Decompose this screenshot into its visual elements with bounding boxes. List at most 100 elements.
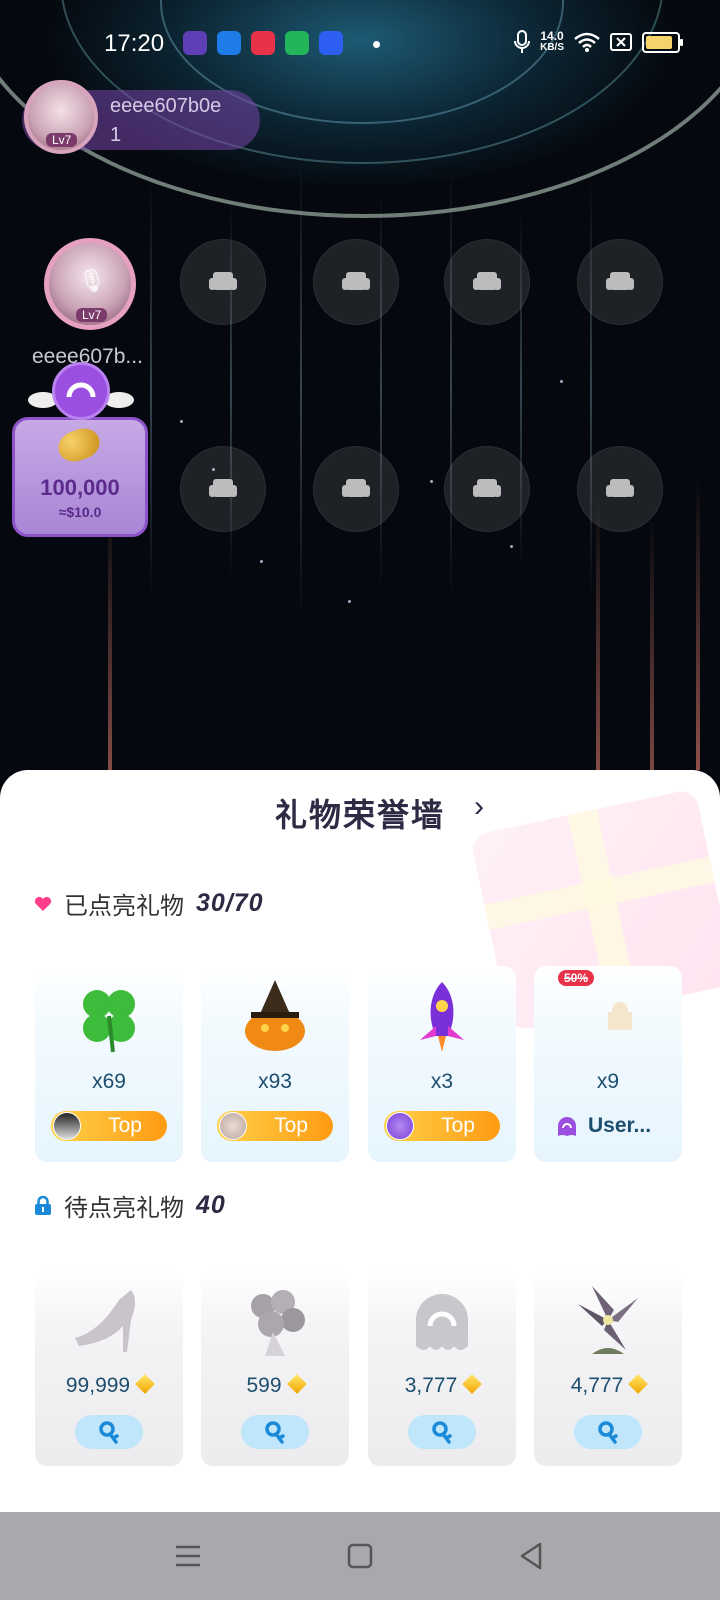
- gift-quantity: x3: [430, 1070, 454, 1093]
- host-name: eeee607b0e: [110, 95, 222, 117]
- top-label: Top: [441, 1114, 475, 1137]
- gift-quantity: x69: [92, 1070, 126, 1093]
- unlit-gifts-count: 40: [196, 1191, 226, 1219]
- key-icon: [598, 1421, 618, 1444]
- mic-icon: [514, 30, 531, 53]
- rocket-icon: [402, 976, 482, 1056]
- sender-avatar: [219, 1112, 247, 1140]
- unlit-gift-card[interactable]: 599: [201, 1270, 349, 1466]
- gift-price: 4,777: [534, 1374, 682, 1398]
- light-up-button[interactable]: [241, 1415, 309, 1449]
- sender-avatar: [53, 1112, 81, 1140]
- back-icon[interactable]: [514, 1538, 550, 1574]
- wifi-icon: [574, 32, 600, 52]
- empty-seat[interactable]: [577, 239, 663, 325]
- app-icon-blue: [217, 31, 241, 55]
- sofa-icon: [606, 272, 634, 290]
- user-sender-badge[interactable]: User...: [556, 1114, 651, 1138]
- seat-level-badge: Lv7: [76, 308, 108, 322]
- battery-icon: [642, 31, 683, 53]
- notification-dot-icon: [373, 41, 380, 48]
- diamond-icon: [628, 1374, 649, 1395]
- user-label: User...: [588, 1114, 652, 1137]
- key-icon: [432, 1421, 452, 1444]
- light-up-button[interactable]: [574, 1415, 642, 1449]
- gift-price: 599: [201, 1374, 349, 1398]
- clover-icon: [69, 976, 149, 1056]
- empty-seat[interactable]: [180, 239, 266, 325]
- top-sender-badge[interactable]: Top: [384, 1111, 500, 1141]
- high-heel-icon: [69, 1280, 149, 1360]
- app-icon-red: [251, 31, 275, 55]
- mascot-icon: [558, 1117, 576, 1136]
- mascot-badge-icon: [52, 362, 110, 420]
- diamond-icon: [462, 1374, 483, 1395]
- diamond-icon: [135, 1374, 156, 1395]
- sofa-icon: [209, 272, 237, 290]
- lit-gift-card[interactable]: x3 Top: [368, 966, 516, 1162]
- sofa-icon: [606, 479, 634, 497]
- chevron-right-icon[interactable]: ›: [474, 790, 484, 824]
- empty-seat[interactable]: [577, 446, 663, 532]
- sim-off-icon: [610, 33, 632, 51]
- lit-gift-card[interactable]: 50% x9 User...: [534, 966, 682, 1162]
- app-icon-purple: [183, 31, 207, 55]
- top-label: Top: [108, 1114, 142, 1137]
- empty-seat[interactable]: [180, 446, 266, 532]
- key-icon: [265, 1421, 285, 1444]
- host-level-badge: Lv7: [46, 133, 78, 147]
- empty-seat[interactable]: [313, 239, 399, 325]
- lit-gifts-header: 已点亮礼物 30/70: [34, 886, 264, 921]
- status-bar: 17:20 14.0 KB/S: [0, 18, 720, 68]
- unlit-gift-card[interactable]: 99,999: [35, 1270, 183, 1466]
- lit-gift-card[interactable]: x93 Top: [201, 966, 349, 1162]
- net-speed: 14.0 KB/S: [540, 29, 564, 53]
- menu-icon[interactable]: [170, 1538, 206, 1574]
- app-icon-green: [285, 31, 309, 55]
- heart-icon: [34, 896, 52, 911]
- unlit-gift-card[interactable]: 3,777: [368, 1270, 516, 1466]
- diamond-icon: [286, 1374, 307, 1395]
- bean-usd-value: ≈$10.0: [58, 504, 102, 520]
- lit-gifts-count: 30/70: [196, 889, 264, 917]
- sofa-icon: [473, 272, 501, 290]
- lit-gift-card[interactable]: x69 Top: [35, 966, 183, 1162]
- key-icon: [99, 1421, 119, 1444]
- empty-seat[interactable]: [444, 239, 530, 325]
- bean-amount: 100,000: [40, 475, 120, 500]
- moon-mosque-icon: [568, 976, 648, 1056]
- gift-wall-title[interactable]: 礼物荣誉墙: [0, 790, 720, 836]
- light-up-button[interactable]: [75, 1415, 143, 1449]
- sender-avatar: [386, 1112, 414, 1140]
- sofa-icon: [209, 479, 237, 497]
- unlit-gifts-label: 待点亮礼物: [64, 1195, 184, 1222]
- top-sender-badge[interactable]: Top: [217, 1111, 333, 1141]
- system-nav-bar: [0, 1512, 720, 1600]
- app-icon-baidu: [319, 31, 343, 55]
- ghost-mascot-icon: [402, 1280, 482, 1360]
- empty-seat[interactable]: [444, 446, 530, 532]
- light-up-button[interactable]: [408, 1415, 476, 1449]
- top-sender-badge[interactable]: Top: [51, 1111, 167, 1141]
- pumpkin-icon: [235, 976, 315, 1056]
- host-count: 1: [110, 124, 122, 146]
- sofa-icon: [473, 479, 501, 497]
- unlit-gifts-header: 待点亮礼物 40: [34, 1188, 226, 1223]
- top-label: Top: [274, 1114, 308, 1137]
- bouquet-icon: [235, 1280, 315, 1360]
- gift-quantity: x93: [258, 1070, 292, 1093]
- lit-gifts-label: 已点亮礼物: [64, 893, 184, 920]
- sofa-icon: [342, 479, 370, 497]
- empty-seat[interactable]: [313, 446, 399, 532]
- lily-flower-icon: [568, 1280, 648, 1360]
- lock-icon: [35, 1195, 51, 1215]
- status-time: 17:20: [104, 30, 165, 57]
- discount-badge: 50%: [558, 970, 595, 986]
- gift-price: 3,777: [368, 1374, 516, 1398]
- gift-quantity: x9: [596, 1070, 620, 1093]
- sofa-icon: [342, 272, 370, 290]
- gift-wall-sheet: 礼物荣誉墙 › 已点亮礼物 30/70 x69 Top x93 Top x3 Top 50%…: [0, 770, 720, 1512]
- home-icon[interactable]: [342, 1538, 378, 1574]
- unlit-gift-card[interactable]: 4,777: [534, 1270, 682, 1466]
- mic-overlay-icon: 🎙: [78, 268, 106, 293]
